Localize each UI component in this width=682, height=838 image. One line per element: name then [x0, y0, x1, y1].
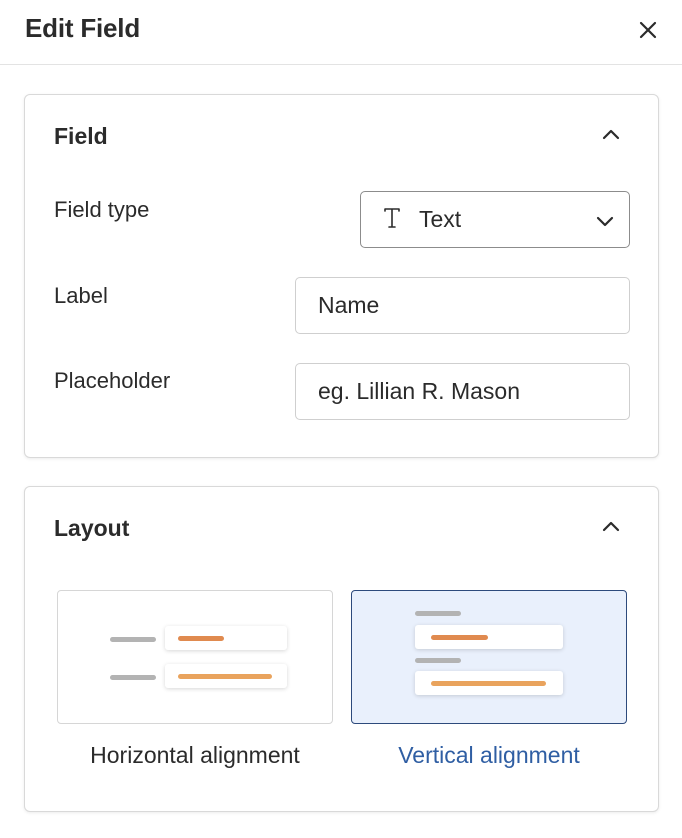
preview-input-box: [165, 664, 287, 688]
field-type-value: Text: [419, 206, 462, 232]
preview-label-bar: [415, 611, 461, 616]
horizontal-alignment-option[interactable]: [57, 590, 333, 724]
preview-input-box: [415, 625, 563, 649]
layout-section-collapse-button[interactable]: [599, 515, 623, 539]
placeholder-field-label: Placeholder: [54, 368, 171, 393]
chevron-down-icon: [596, 216, 614, 227]
vertical-alignment-label[interactable]: Vertical alignment: [351, 742, 627, 769]
vertical-alignment-option[interactable]: [351, 590, 627, 724]
panel-title: Edit Field: [25, 13, 141, 43]
chevron-up-icon: [602, 521, 620, 532]
close-button[interactable]: [634, 16, 662, 44]
preview-value-bar: [178, 674, 272, 679]
preview-label-bar: [110, 675, 156, 680]
field-section: Field Field type Text Label Placeholder: [24, 94, 659, 458]
horizontal-alignment-label[interactable]: Horizontal alignment: [57, 742, 333, 769]
field-type-label: Field type: [54, 197, 150, 222]
field-section-collapse-button[interactable]: [599, 123, 623, 147]
layout-section: Layout Horizontal alignment Vertical ali…: [24, 486, 659, 812]
field-section-title: Field: [54, 123, 108, 149]
preview-label-bar: [110, 637, 156, 642]
preview-value-bar: [431, 635, 488, 640]
close-icon: [639, 21, 657, 39]
panel-header: Edit Field: [0, 0, 682, 65]
preview-value-bar: [178, 636, 224, 641]
label-field-label: Label: [54, 283, 108, 308]
field-type-select[interactable]: Text: [360, 191, 630, 248]
preview-value-bar: [431, 681, 546, 686]
preview-input-box: [415, 671, 563, 695]
placeholder-input[interactable]: [295, 363, 630, 420]
layout-section-title: Layout: [54, 515, 130, 541]
preview-input-box: [165, 626, 287, 650]
chevron-up-icon: [602, 129, 620, 140]
label-input[interactable]: [295, 277, 630, 334]
text-type-icon: [384, 208, 400, 228]
preview-label-bar: [415, 658, 461, 663]
